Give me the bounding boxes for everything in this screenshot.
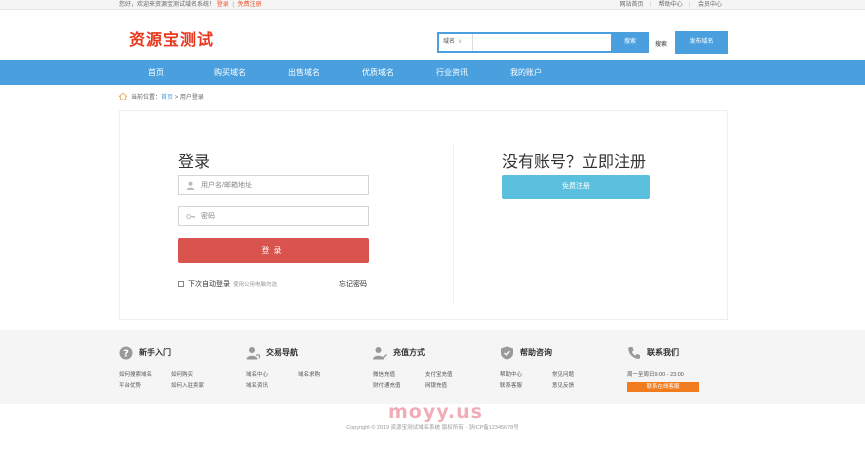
member-center-link[interactable]: 会员中心 [698, 2, 722, 8]
footer-link[interactable]: 支付宝充值 [425, 370, 453, 378]
footer-col-title: 帮助咨询 [500, 346, 552, 360]
footer-link[interactable]: 常见问题 [552, 370, 574, 378]
free-register-button[interactable]: 免费注册 [502, 175, 650, 199]
footer-link[interactable]: 网银充值 [425, 381, 447, 389]
advanced-search-link[interactable]: 搜索 [655, 39, 667, 48]
chevron-down-icon: ∨ [458, 39, 463, 45]
footer-col-title: ? 新手入门 [119, 346, 171, 360]
login-button[interactable]: 登录 [178, 238, 369, 263]
password-input[interactable] [201, 207, 366, 225]
question-circle-icon: ? [119, 346, 133, 360]
search-button[interactable]: 搜索 [611, 32, 649, 53]
copyright-text: Copyright © 2019 资源宝测试域名系统 版权所有 · 浙ICP备1… [346, 425, 519, 431]
user-edit-icon [373, 347, 387, 360]
help-center-link[interactable]: 帮助中心 [659, 2, 683, 8]
shield-icon [501, 346, 513, 360]
nav-item-premium[interactable]: 优质域名 [348, 60, 408, 85]
remember-hint: 使用公用电脑勿选 [233, 282, 278, 288]
footer-col-contact: 联系我们 周一至周日9:00 - 23:00 联系在线客服 [627, 346, 699, 392]
breadcrumb-current: 用户登录 [179, 95, 204, 101]
remember-label: 下次自动登录 [188, 281, 230, 288]
svg-text:?: ? [123, 349, 129, 360]
footer-link[interactable]: 域名中心 [246, 370, 268, 378]
search-box: 域名 ∨ 搜索 [437, 32, 649, 53]
footer-link[interactable]: 帮助中心 [500, 370, 522, 378]
footer-link[interactable]: 微信充值 [373, 370, 395, 378]
panel-divider [453, 145, 454, 305]
footer-col-title: 充值方式 [373, 346, 425, 360]
user-nav-icon [246, 347, 260, 360]
footer-link[interactable]: 联系客服 [500, 381, 522, 389]
register-link[interactable]: 免费注册 [238, 2, 262, 8]
footer-col-recharge: 充值方式 微信充值 支付宝充值 财付通充值 网银充值 [373, 346, 453, 389]
service-hours: 周一至周日9:00 - 23:00 [627, 372, 684, 378]
footer-col-help: 帮助咨询 帮助中心 常见问题 联系客服 意见反馈 [500, 346, 574, 389]
nav-item-buy[interactable]: 购买域名 [200, 60, 260, 85]
user-icon [186, 181, 195, 190]
footer: ? 新手入门 如何搜索域名 如何购买 平台优势 如何入驻卖家 交易导航 域名中心… [0, 330, 865, 404]
key-icon [186, 214, 195, 219]
publish-domain-button[interactable]: 发布域名 [675, 31, 728, 54]
greeting-text: 您好，欢迎来资源宝测试域名系统！ [119, 2, 216, 8]
breadcrumb: 当前位置：首页 > 用户登录 [119, 92, 204, 101]
footer-link[interactable]: 域名资讯 [246, 381, 268, 389]
phone-icon [628, 347, 640, 360]
search-type-select[interactable]: 域名 ∨ [439, 34, 473, 51]
footer-col-trade: 交易导航 域名中心 域名求购 域名资讯 [246, 346, 320, 389]
footer-link[interactable]: 域名求购 [298, 370, 320, 378]
footer-link[interactable]: 如何购买 [171, 370, 193, 378]
breadcrumb-home-link[interactable]: 首页 [161, 95, 173, 101]
footer-link[interactable]: 如何入驻卖家 [171, 381, 204, 389]
footer-link[interactable]: 如何搜索域名 [119, 370, 152, 378]
footer-col-beginner: ? 新手入门 如何搜索域名 如何购买 平台优势 如何入驻卖家 [119, 346, 204, 389]
top-bar: 您好，欢迎来资源宝测试域名系统！ 登录 | 免费注册 网站首页 | 帮助中心 | 会… [0, 0, 865, 10]
username-field [178, 175, 369, 195]
footer-link[interactable]: 意见反馈 [552, 381, 574, 389]
nav-item-home[interactable]: 首页 [126, 60, 186, 85]
username-input[interactable] [201, 176, 366, 194]
footer-link[interactable]: 平台优势 [119, 381, 141, 389]
online-service-button[interactable]: 联系在线客服 [627, 382, 699, 392]
search-input[interactable] [474, 34, 610, 51]
login-link[interactable]: 登录 [217, 2, 229, 8]
separator: | [232, 2, 234, 8]
register-title: 没有账号？立即注册 [502, 154, 647, 171]
forgot-password-link[interactable]: 忘记密码 [339, 279, 367, 289]
site-logo[interactable]: 资源宝测试 [129, 26, 214, 50]
remember-me[interactable]: 下次自动登录 使用公用电脑勿选 [178, 279, 277, 289]
remember-checkbox[interactable] [178, 281, 184, 287]
footer-link[interactable]: 财付通充值 [373, 381, 401, 389]
breadcrumb-prefix: 当前位置： [131, 95, 162, 101]
footer-col-title: 联系我们 [627, 346, 679, 360]
topbar-right: 网站首页 | 帮助中心 | 会员中心 [619, 2, 722, 8]
password-field [178, 206, 369, 226]
footer-col-title: 交易导航 [246, 346, 298, 360]
home-icon [119, 93, 127, 100]
login-panel: 登录 登录 下次自动登录使用公用电脑勿选 忘记密码 没有账号？立即注册 免费注册 [119, 110, 728, 320]
nav-item-account[interactable]: 我的账户 [496, 60, 556, 85]
topbar-left: 您好，欢迎来资源宝测试域名系统！ 登录 | 免费注册 [119, 0, 262, 10]
breadcrumb-separator: > [173, 95, 180, 101]
search-type-label: 域名 [443, 39, 456, 45]
watermark-text: moyy.us [388, 401, 483, 423]
login-title: 登录 [178, 154, 211, 171]
nav-item-news[interactable]: 行业资讯 [422, 60, 482, 85]
nav-item-sell[interactable]: 出售域名 [274, 60, 334, 85]
main-nav: 首页 购买域名 出售域名 优质域名 行业资讯 我的账户 [0, 60, 865, 85]
site-home-link[interactable]: 网站首页 [619, 2, 643, 8]
